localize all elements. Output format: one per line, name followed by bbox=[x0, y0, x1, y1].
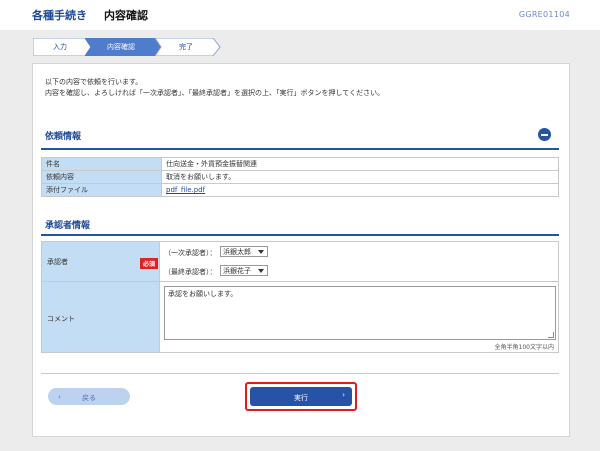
approver-value-cell: （一次承認者）： 浜銀太郎 （最終承認者）： 浜銀花子 bbox=[159, 241, 559, 282]
execute-button[interactable]: 実行 › bbox=[250, 387, 352, 406]
request-info-title: 依頼情報 bbox=[45, 132, 82, 142]
content-card: 以下の内容で依頼を行います。 内容を確認し、よろしければ「一次承認者」、「最終承… bbox=[32, 63, 570, 437]
approver-info-divider bbox=[41, 234, 559, 236]
header-subtitle: 内容確認 bbox=[104, 9, 148, 22]
step-confirm-label: 内容確認 bbox=[107, 43, 135, 51]
table-row: 依頼内容 取消をお願いします。 bbox=[41, 170, 559, 184]
first-approver-select[interactable]: 浜銀太郎 bbox=[220, 246, 268, 257]
comment-label-cell: コメント bbox=[41, 281, 160, 353]
first-approver-value: 浜銀太郎 bbox=[223, 248, 251, 256]
row-label: 依頼内容 bbox=[41, 170, 162, 184]
chevron-right-icon: › bbox=[342, 391, 345, 399]
intro-line-1: 以下の内容で依頼を行います。 bbox=[45, 78, 143, 86]
final-approver-value: 浜銀花子 bbox=[223, 267, 251, 275]
table-row: 件名 仕向送金・外貨預金振替関連 bbox=[41, 157, 559, 171]
step-complete: 完了 bbox=[155, 38, 221, 56]
step-input-label: 入力 bbox=[53, 43, 67, 51]
comment-textarea[interactable]: 承認をお願いします。 bbox=[164, 286, 556, 340]
resize-grip-icon[interactable] bbox=[548, 332, 554, 338]
comment-hint: 全角半角100文字以内 bbox=[494, 344, 554, 351]
step-input: 入力 bbox=[33, 38, 92, 56]
back-button-label: 戻る bbox=[82, 394, 96, 402]
required-badge: 必須 bbox=[140, 258, 159, 269]
first-approver-label: （一次承認者）： bbox=[164, 249, 217, 257]
collapse-icon[interactable] bbox=[538, 128, 551, 141]
row-value: 取消をお願いします。 bbox=[161, 170, 559, 184]
approver-info-title: 承認者情報 bbox=[45, 221, 91, 231]
screen-id: GGRE01104 bbox=[518, 10, 570, 19]
row-value: 仕向送金・外貨預金振替関連 bbox=[161, 157, 559, 171]
row-value: pdf_file.pdf bbox=[161, 183, 559, 197]
header-bar: 各種手続き 内容確認 GGRE01104 bbox=[0, 0, 600, 30]
approver-label: 承認者 bbox=[47, 258, 68, 266]
request-info-divider bbox=[41, 148, 559, 150]
final-approver-label: （最終承認者）： bbox=[164, 268, 217, 276]
step-confirm: 内容確認 bbox=[85, 38, 163, 56]
chevron-down-icon bbox=[258, 269, 264, 273]
chevron-down-icon bbox=[258, 250, 264, 254]
intro-text: 以下の内容で依頼を行います。 内容を確認し、よろしければ「一次承認者」、「最終承… bbox=[45, 77, 384, 99]
execute-highlight: 実行 › bbox=[245, 382, 357, 411]
attachment-link[interactable]: pdf_file.pdf bbox=[166, 186, 205, 194]
table-row: 添付ファイル pdf_file.pdf bbox=[41, 183, 559, 197]
footer-divider bbox=[41, 373, 559, 374]
step-complete-label: 完了 bbox=[179, 43, 193, 51]
header-title: 各種手続き bbox=[32, 9, 87, 22]
execute-button-label: 実行 bbox=[294, 394, 308, 402]
approver-label-cell: 承認者 必須 bbox=[41, 241, 160, 282]
row-label: 件名 bbox=[41, 157, 162, 171]
comment-value-cell: 承認をお願いします。 全角半角100文字以内 bbox=[159, 281, 559, 353]
intro-line-2: 内容を確認し、よろしければ「一次承認者」、「最終承認者」を選択の上、「実行」ボタ… bbox=[45, 89, 385, 97]
back-button[interactable]: ‹ 戻る bbox=[48, 388, 130, 405]
row-label: 添付ファイル bbox=[41, 183, 162, 197]
final-approver-select[interactable]: 浜銀花子 bbox=[220, 265, 268, 276]
comment-label: コメント bbox=[47, 315, 75, 323]
comment-text: 承認をお願いします。 bbox=[168, 290, 238, 298]
request-info-table: 件名 仕向送金・外貨預金振替関連 依頼内容 取消をお願いします。 添付ファイル … bbox=[41, 157, 559, 197]
